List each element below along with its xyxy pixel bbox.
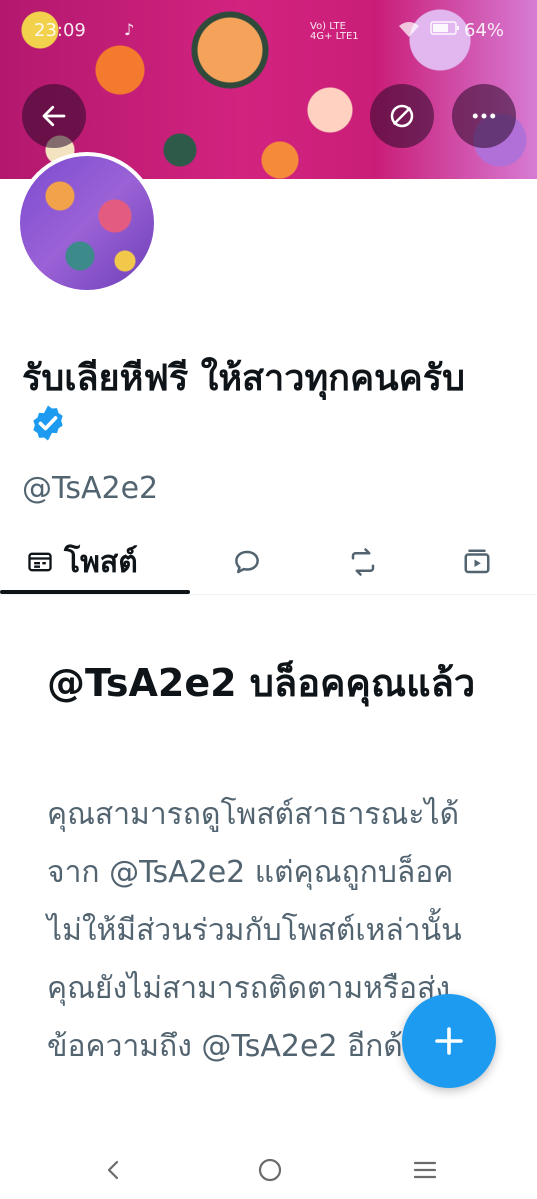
menu-lines-icon <box>413 1161 437 1179</box>
tab-reposts[interactable] <box>346 530 380 594</box>
profile-handle: @TsA2e2 <box>22 471 159 506</box>
battery-percent: 64% <box>464 20 505 41</box>
verified-badge-icon[interactable] <box>28 403 68 459</box>
tiktok-icon: ♪ <box>124 20 135 39</box>
chevron-left-icon <box>107 1160 119 1180</box>
blocked-title: @TsA2e2 บล็อคคุณแล้ว <box>47 661 476 705</box>
wifi-icon <box>398 20 420 43</box>
circle-slash-icon <box>390 104 414 128</box>
avatar-image <box>20 156 154 290</box>
status-bar: 23:09 ♪ Vo) LTE 4G+ LTE1 64% <box>0 18 537 46</box>
system-back-button[interactable] <box>98 1152 128 1188</box>
tab-posts-label: โพสต์ <box>64 544 138 580</box>
selected-tab-indicator <box>0 590 190 594</box>
display-name-text: รับเลียหีฟรี ให้สาวทุกคนครับ <box>22 358 465 399</box>
more-options-button[interactable] <box>452 84 516 148</box>
posts-icon <box>28 552 52 572</box>
tab-replies[interactable] <box>232 530 262 594</box>
more-horizontal-icon <box>472 113 496 119</box>
back-button[interactable] <box>22 84 86 148</box>
tab-posts[interactable]: โพสต์ <box>26 530 138 594</box>
tab-media[interactable] <box>462 530 492 594</box>
home-circle-icon <box>258 1158 282 1182</box>
compose-post-button[interactable] <box>402 994 496 1088</box>
blocked-status-button[interactable] <box>370 84 434 148</box>
avatar[interactable] <box>16 152 158 294</box>
profile-tabs: โพสต์ <box>0 530 537 595</box>
plus-icon <box>435 1027 463 1055</box>
system-home-button[interactable] <box>255 1152 285 1188</box>
network-label: Vo) LTE 4G+ LTE1 <box>310 21 359 42</box>
system-recents-button[interactable] <box>410 1152 440 1188</box>
reply-bubble-icon <box>235 550 259 574</box>
status-time: 23:09 <box>34 20 86 41</box>
display-name: รับเลียหีฟรี ให้สาวทุกคนครับ <box>22 352 522 460</box>
repost-icon <box>351 548 375 576</box>
media-play-icon <box>464 549 490 574</box>
arrow-left-icon <box>42 105 66 127</box>
battery-icon <box>430 20 460 41</box>
